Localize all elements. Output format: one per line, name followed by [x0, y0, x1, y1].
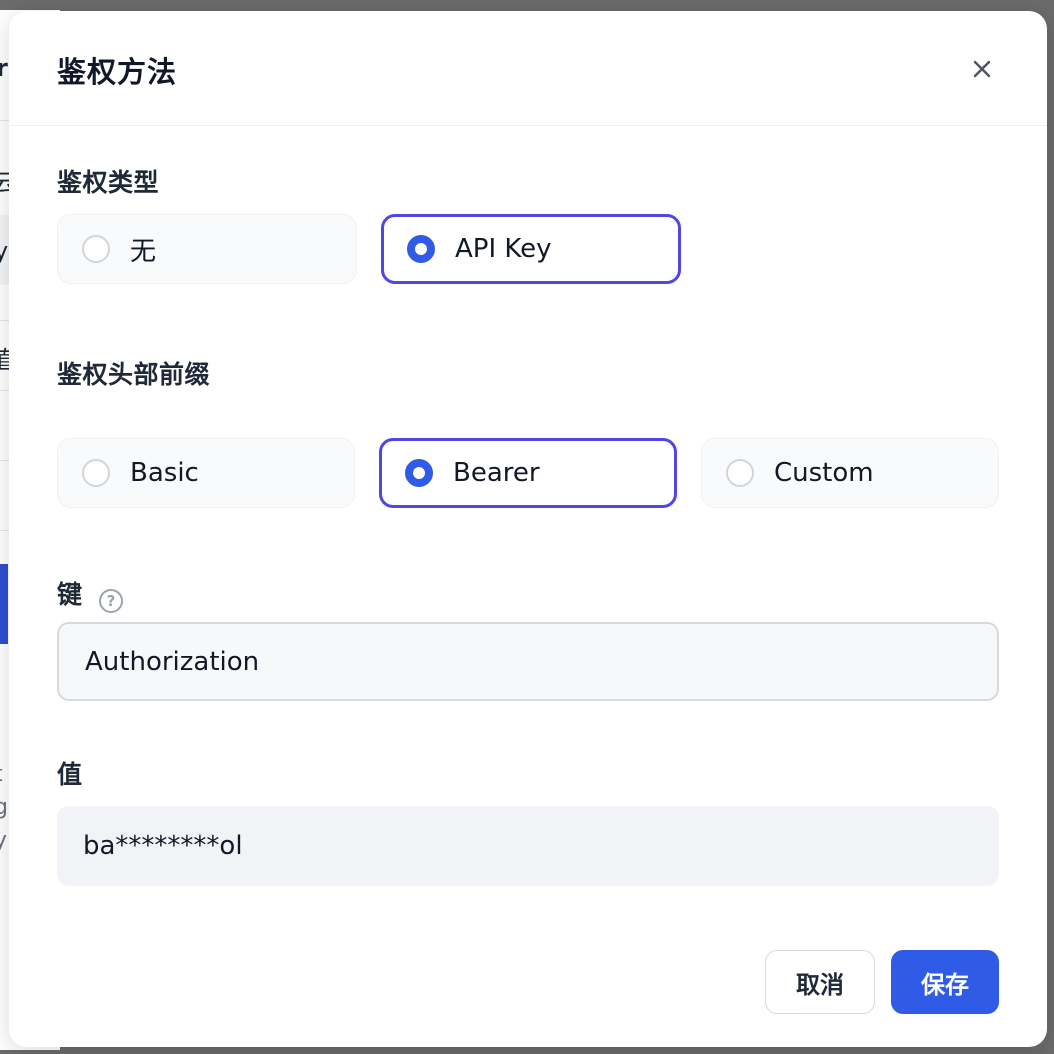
cancel-button[interactable]: 取消: [765, 950, 875, 1014]
auth-type-label: 鉴权类型: [57, 168, 160, 197]
option-label: 无: [130, 236, 157, 267]
radio-selected-icon[interactable]: [407, 235, 435, 263]
background-text: y: [0, 828, 8, 853]
option-label: Bearer: [453, 458, 540, 488]
key-input[interactable]: Authorization: [57, 622, 999, 701]
key-label: 键: [57, 580, 83, 609]
auth-type-option-api-key[interactable]: API Key: [381, 214, 681, 284]
dialog-title: 鉴权方法: [57, 55, 178, 89]
dialog-header: 鉴权方法: [9, 11, 1047, 126]
background-button: [0, 564, 8, 644]
background-text: y: [0, 237, 9, 265]
option-label: Custom: [774, 458, 874, 488]
background-text: r: [0, 54, 8, 82]
prefix-option-custom[interactable]: Custom: [701, 438, 999, 508]
close-icon: [973, 60, 991, 78]
option-label: API Key: [455, 234, 552, 264]
save-button[interactable]: 保存: [891, 950, 999, 1014]
radio-icon[interactable]: [82, 235, 110, 263]
prefix-option-basic[interactable]: Basic: [57, 438, 355, 508]
background-text: g: [0, 795, 8, 820]
value-label: 值: [57, 760, 83, 789]
radio-icon[interactable]: [726, 459, 754, 487]
question-circle-icon[interactable]: ?: [99, 589, 123, 613]
prefix-option-bearer[interactable]: Bearer: [379, 438, 677, 508]
radio-icon[interactable]: [82, 459, 110, 487]
radio-selected-icon[interactable]: [405, 459, 433, 487]
close-button[interactable]: [967, 54, 997, 84]
background-text: t: [0, 762, 3, 787]
auth-type-option-none[interactable]: 无: [57, 214, 357, 284]
header-prefix-label: 鉴权头部前缀: [57, 360, 211, 389]
option-label: Basic: [130, 458, 199, 488]
value-input[interactable]: ba********ol: [57, 806, 999, 886]
auth-method-dialog: 鉴权方法 鉴权类型 无 API Key 鉴权头部前缀 Basic Bearer …: [9, 11, 1047, 1047]
